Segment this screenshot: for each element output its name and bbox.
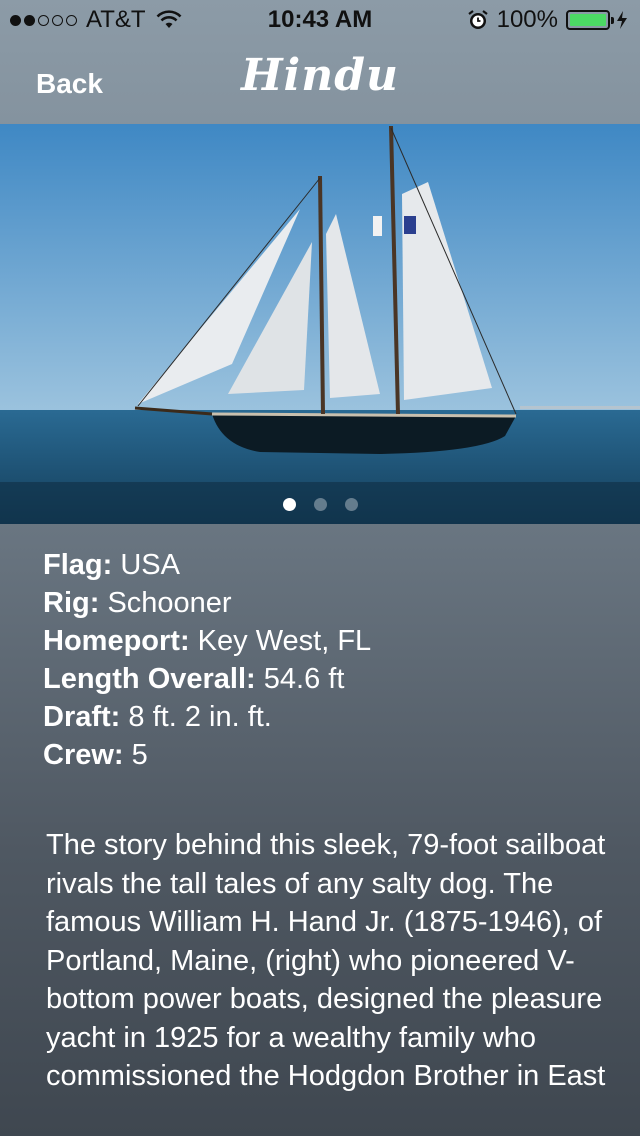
vessel-specs: Flag: USA Rig: Schooner Homeport: Key We… xyxy=(43,546,371,774)
spec-label: Homeport: xyxy=(43,625,190,657)
spec-flag: Flag: USA xyxy=(43,546,371,584)
spec-length-overall: Length Overall: 54.6 ft xyxy=(43,660,371,698)
page-dot-3[interactable] xyxy=(344,498,358,511)
status-right: 100% xyxy=(467,6,628,34)
spec-value: 54.6 ft xyxy=(263,663,345,695)
spec-label: Rig: xyxy=(43,587,100,619)
alarm-icon xyxy=(467,10,488,29)
spec-homeport: Homeport: Key West, FL xyxy=(43,622,371,660)
nav-bar: Back Hindu xyxy=(0,40,640,124)
battery-icon xyxy=(566,10,614,30)
spec-value: 5 xyxy=(131,739,148,771)
page-indicator[interactable] xyxy=(0,498,640,511)
spec-crew: Crew: 5 xyxy=(43,736,371,774)
battery-fill xyxy=(570,14,606,26)
spec-draft: Draft: 8 ft. 2 in. ft. xyxy=(43,698,371,736)
battery-nub xyxy=(611,17,614,24)
spec-value: Schooner xyxy=(107,587,232,619)
status-bar: AT&T 10:43 AM 100% xyxy=(0,0,640,40)
charge-icon xyxy=(617,11,627,29)
spec-value: USA xyxy=(120,549,180,581)
spec-label: Length Overall: xyxy=(43,663,256,695)
spec-label: Draft: xyxy=(43,701,121,733)
photo-carousel[interactable] xyxy=(0,124,640,524)
spec-rig: Rig: Schooner xyxy=(43,584,371,622)
vessel-description: The story behind this sleek, 79-foot sai… xyxy=(46,829,606,1092)
schooner-photo xyxy=(0,124,640,524)
spec-value: Key West, FL xyxy=(197,625,372,657)
spec-value: 8 ft. 2 in. ft. xyxy=(128,701,272,733)
battery-percentage: 100% xyxy=(496,6,558,33)
spec-label: Crew: xyxy=(43,739,124,771)
page-dot-1[interactable] xyxy=(282,498,296,511)
spec-label: Flag: xyxy=(43,549,113,581)
page-dot-2[interactable] xyxy=(313,498,327,511)
nav-title: Hindu xyxy=(240,50,400,101)
